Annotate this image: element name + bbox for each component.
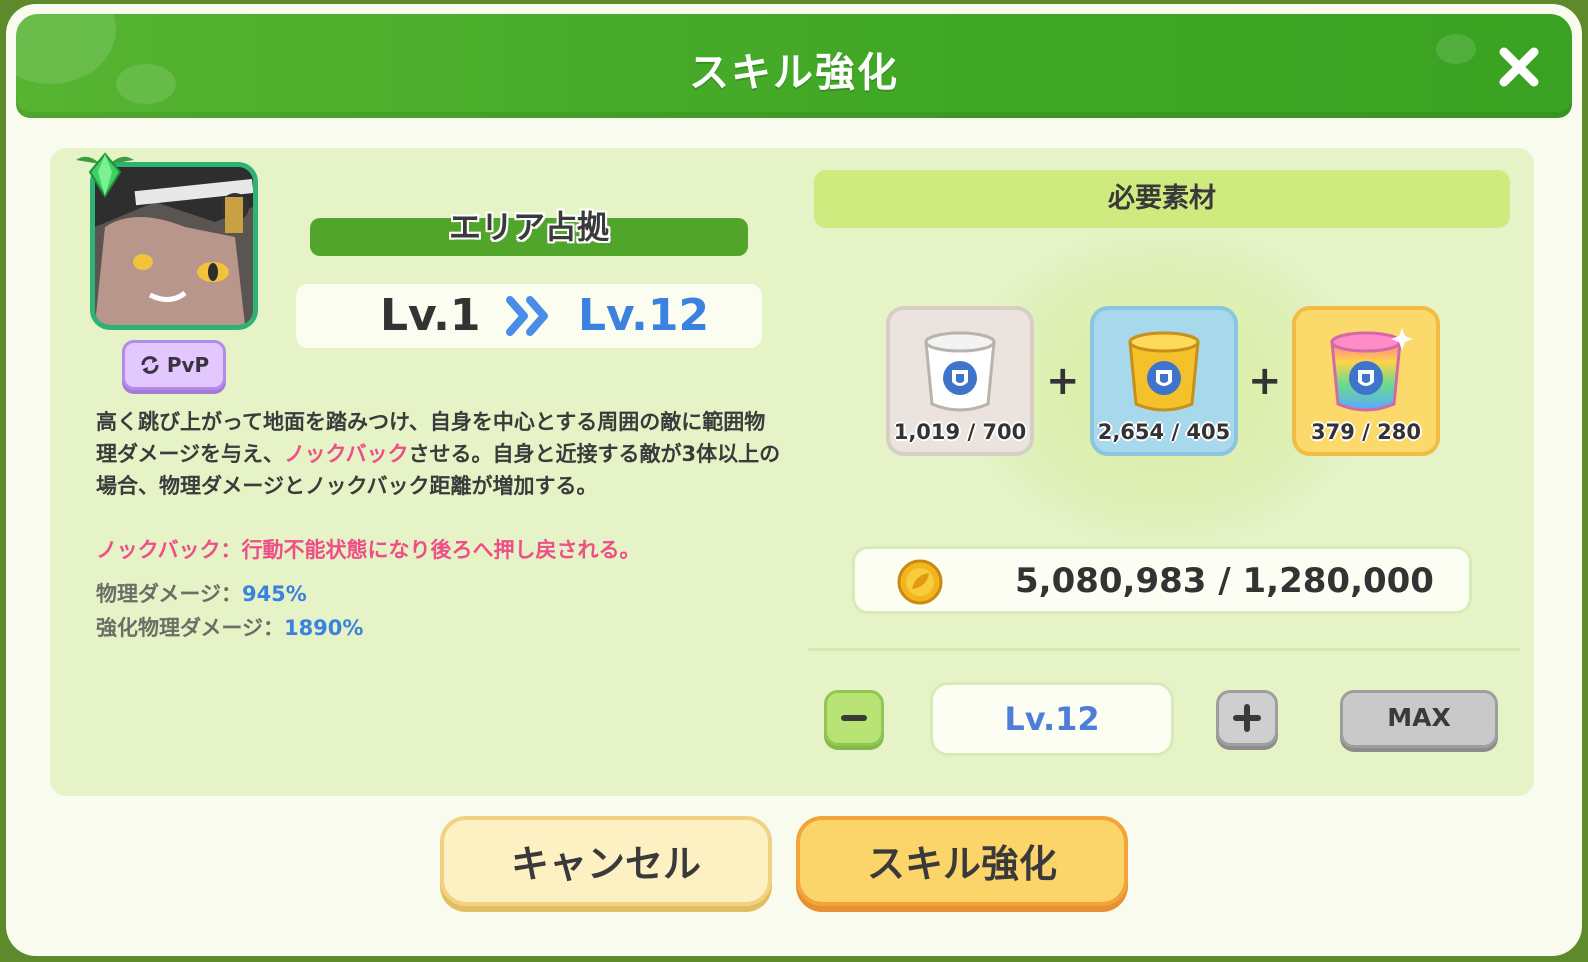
divider (808, 648, 1520, 651)
pvp-toggle-button[interactable]: PvP (122, 340, 226, 390)
material-rainbow-jar[interactable]: 379 / 280 (1292, 306, 1440, 456)
gem-icon (76, 152, 134, 198)
pvp-label: PvP (166, 353, 210, 377)
level-change-box: Lv.1 Lv.12 (296, 284, 762, 348)
knockback-note: ノックバック：行動不能状態になり後ろへ押し戻される。 (96, 538, 641, 562)
close-icon[interactable] (1496, 44, 1542, 90)
material-count: 1,019 / 700 (893, 420, 1027, 444)
skill-upgrade-modal: スキル強化 PvP エリア占拠 Lv.1 Lv.12 高く跳び上がって地面を踏み… (6, 4, 1582, 956)
material-count: 379 / 280 (1311, 420, 1421, 444)
decrease-level-button[interactable] (824, 690, 884, 746)
max-level-button[interactable]: MAX (1340, 690, 1498, 748)
plus-icon (1244, 704, 1250, 732)
rainbow-jar-icon (1330, 328, 1413, 412)
stat-enhanced-physical-damage: 強化物理ダメージ：1890% (96, 612, 363, 642)
coin-icon (897, 559, 943, 605)
increase-level-button[interactable] (1216, 690, 1278, 746)
required-materials-title: 必要素材 (814, 170, 1510, 228)
modal-header: スキル強化 (16, 14, 1572, 118)
coin-cost-box: 5,080,983 / 1,280,000 (852, 546, 1472, 614)
material-white-jar[interactable]: 1,019 / 700 (886, 306, 1034, 456)
white-jar-icon (924, 331, 996, 412)
plus-sign: + (1248, 358, 1282, 404)
target-level-display[interactable]: Lv.12 (930, 682, 1174, 756)
plus-sign: + (1046, 358, 1080, 404)
coin-cost-text: 5,080,983 / 1,280,000 (1015, 561, 1434, 601)
refresh-icon (141, 356, 159, 374)
material-count: 2,654 / 405 (1097, 420, 1231, 444)
level-to: Lv.12 (578, 290, 710, 341)
skill-description: 高く跳び上がって地面を踏みつけ、自身を中心とする周囲の敵に範囲物理ダメージを与え… (96, 406, 786, 502)
stat-physical-damage: 物理ダメージ：945% (96, 578, 307, 608)
level-from: Lv.1 (380, 290, 481, 341)
stat-label: 物理ダメージ： (96, 582, 242, 606)
description-highlight: ノックバック (283, 442, 409, 466)
skill-name: エリア占拠 (448, 208, 609, 246)
cancel-button[interactable]: キャンセル (440, 816, 772, 906)
stat-value: 945% (241, 582, 307, 606)
gold-jar-icon (1128, 331, 1200, 412)
modal-title: スキル強化 (689, 50, 899, 96)
skill-panel: PvP エリア占拠 Lv.1 Lv.12 高く跳び上がって地面を踏みつけ、自身を… (50, 148, 1534, 796)
skill-upgrade-button[interactable]: スキル強化 (796, 816, 1128, 906)
stat-label: 強化物理ダメージ： (96, 616, 284, 640)
material-gold-jar[interactable]: 2,654 / 405 (1090, 306, 1238, 456)
stat-value: 1890% (283, 616, 364, 640)
double-arrow-icon (506, 296, 548, 336)
